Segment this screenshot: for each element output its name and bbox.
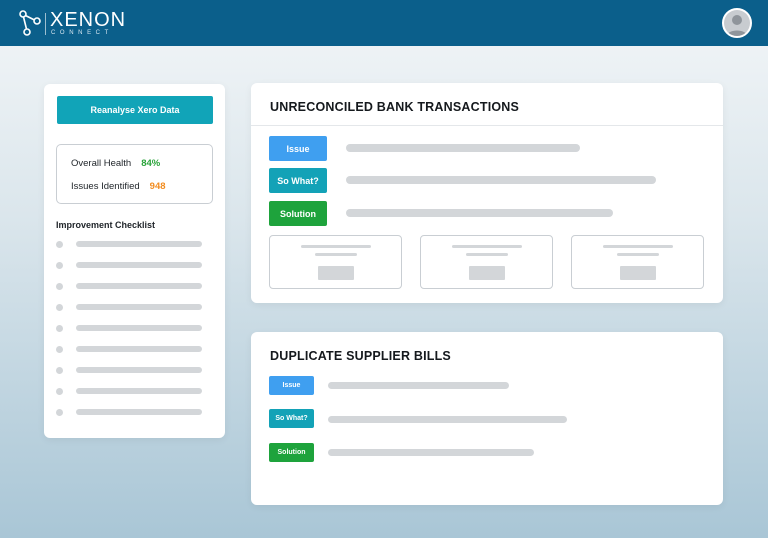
issues-identified-label: Issues Identified <box>71 181 140 192</box>
checklist-item[interactable] <box>56 345 206 353</box>
placeholder-line <box>346 209 613 217</box>
checklist-placeholder-line <box>76 283 202 289</box>
top-bar: XENON CONNECT <box>0 0 768 46</box>
so-what-tag[interactable]: So What? <box>269 168 327 193</box>
issues-identified-value: 948 <box>149 181 166 192</box>
checklist-placeholder-line <box>76 388 202 394</box>
user-avatar-icon[interactable] <box>722 8 752 38</box>
placeholder-line <box>346 144 580 152</box>
health-stats-box: Overall Health 84% Issues Identified 948 <box>56 144 213 204</box>
summary-tile[interactable] <box>269 235 402 289</box>
tile-line <box>466 253 508 256</box>
reanalyse-button[interactable]: Reanalyse Xero Data <box>57 96 213 124</box>
checklist-placeholder-line <box>76 262 202 268</box>
checklist-item[interactable] <box>56 303 206 311</box>
checklist-item[interactable] <box>56 240 206 248</box>
checklist-item[interactable] <box>56 366 206 374</box>
summary-tile[interactable] <box>420 235 553 289</box>
checklist-bullet <box>56 409 63 416</box>
checklist-item[interactable] <box>56 387 206 395</box>
logo-subtext: CONNECT <box>51 30 113 36</box>
checklist-item[interactable] <box>56 408 206 416</box>
checklist-placeholder-line <box>76 409 202 415</box>
overall-health-row: Overall Health 84% <box>71 158 160 169</box>
person-icon <box>724 10 750 36</box>
overall-health-value: 84% <box>141 158 161 169</box>
checklist-placeholder-line <box>76 367 202 373</box>
overall-health-label: Overall Health <box>71 158 132 169</box>
placeholder-line <box>328 382 509 389</box>
issues-identified-row: Issues Identified 948 <box>71 181 166 192</box>
checklist-bullet <box>56 304 63 311</box>
checklist-bullet <box>56 283 63 290</box>
checklist-bullet <box>56 367 63 374</box>
checklist-placeholder-line <box>76 325 202 331</box>
checklist-title: Improvement Checklist <box>56 220 156 230</box>
checklist-item[interactable] <box>56 282 206 290</box>
summary-tile[interactable] <box>571 235 704 289</box>
tile-line <box>315 253 357 256</box>
checklist-placeholder-line <box>76 241 202 247</box>
tile-block <box>469 266 505 280</box>
tile-block <box>318 266 354 280</box>
checklist-bullet <box>56 325 63 332</box>
checklist-item[interactable] <box>56 324 206 332</box>
checklist-bullet <box>56 241 63 248</box>
checklist-placeholder-line <box>76 346 202 352</box>
solution-tag[interactable]: Solution <box>269 201 327 226</box>
placeholder-line <box>328 449 534 456</box>
checklist-bullet <box>56 346 63 353</box>
tile-line <box>617 253 659 256</box>
placeholder-line <box>346 176 656 184</box>
tile-line <box>603 245 673 248</box>
card-title: UNRECONCILED BANK TRANSACTIONS <box>270 100 520 114</box>
xenon-logo[interactable]: XENON CONNECT <box>18 9 138 39</box>
unreconciled-transactions-card: UNRECONCILED BANK TRANSACTIONS Issue So … <box>251 83 723 303</box>
solution-tag[interactable]: Solution <box>269 443 314 462</box>
tile-line <box>301 245 371 248</box>
card-divider <box>251 125 723 126</box>
tile-block <box>620 266 656 280</box>
logo-text: XENON <box>50 9 127 31</box>
placeholder-line <box>328 416 567 423</box>
summary-panel: Reanalyse Xero Data Overall Health 84% Is… <box>44 84 225 438</box>
checklist-item[interactable] <box>56 261 206 269</box>
logo-divider <box>45 13 46 35</box>
issue-tag[interactable]: Issue <box>269 376 314 395</box>
checklist-bullet <box>56 262 63 269</box>
checklist-bullet <box>56 388 63 395</box>
so-what-tag[interactable]: So What? <box>269 409 314 428</box>
tile-line <box>452 245 522 248</box>
network-nodes-icon <box>19 10 41 36</box>
issue-tag[interactable]: Issue <box>269 136 327 161</box>
duplicate-bills-card: DUPLICATE SUPPLIER BILLS Issue So What? … <box>251 332 723 505</box>
card-title: DUPLICATE SUPPLIER BILLS <box>270 349 451 363</box>
checklist-placeholder-line <box>76 304 202 310</box>
